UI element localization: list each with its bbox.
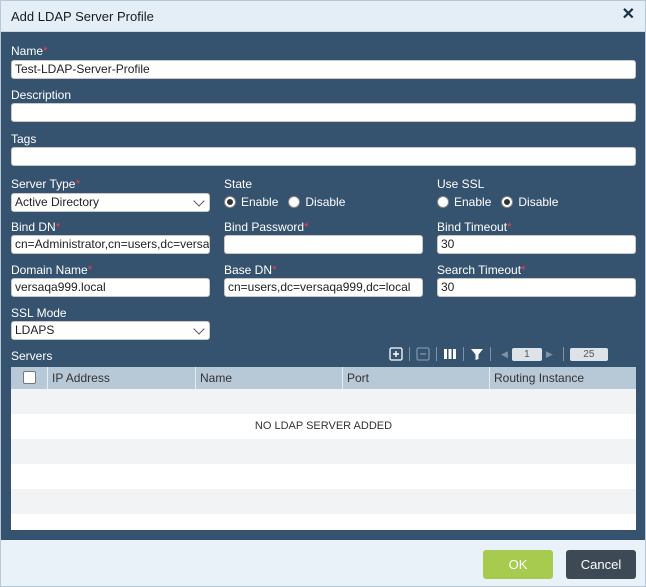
column-routing-instance[interactable]: Routing Instance — [489, 367, 636, 389]
server-type-label: Server Type* — [11, 177, 81, 191]
next-page-icon[interactable]: ▶ — [546, 349, 553, 360]
state-disable-radio[interactable] — [288, 196, 301, 208]
state-disable-label: Disable — [305, 195, 346, 209]
column-port[interactable]: Port — [342, 367, 489, 389]
ssl-mode-select[interactable]: LDAPS — [11, 321, 210, 340]
column-name[interactable]: Name — [195, 367, 342, 389]
dialog-titlebar: Add LDAP Server Profile ✕ — [1, 1, 645, 32]
column-ip-address[interactable]: IP Address — [47, 367, 195, 389]
table-row — [11, 389, 636, 414]
chevron-down-icon — [193, 323, 205, 335]
ssl-enable-label: Enable — [454, 195, 492, 209]
servers-toolbar: ◀ 1 ▶ 25 — [389, 346, 608, 362]
servers-label: Servers — [11, 349, 53, 363]
ssl-radio-group: Enable Disable — [437, 195, 568, 209]
page-number[interactable]: 1 — [511, 347, 542, 361]
ssl-mode-value: LDAPS — [15, 323, 55, 337]
state-enable-radio[interactable] — [224, 196, 236, 208]
servers-table: IP Address Name Port Routing Instance NO… — [11, 367, 636, 530]
table-row — [11, 464, 636, 489]
state-radio-group: Enable Disable — [224, 195, 355, 209]
state-label: State — [224, 177, 253, 191]
table-row — [11, 439, 636, 464]
bind-password-input[interactable] — [224, 235, 423, 254]
toolbar-divider — [463, 347, 464, 361]
ssl-disable-label: Disable — [518, 195, 559, 209]
tags-label: Tags — [11, 132, 37, 146]
table-row — [11, 514, 636, 530]
select-all-checkbox[interactable] — [23, 371, 36, 384]
prev-page-icon[interactable]: ◀ — [501, 349, 508, 360]
use-ssl-label: Use SSL — [437, 177, 485, 191]
search-timeout-input[interactable]: 30 — [437, 278, 636, 297]
close-icon[interactable]: ✕ — [622, 7, 635, 23]
dialog-footer: OK Cancel — [1, 540, 645, 586]
add-ldap-dialog: Add LDAP Server Profile ✕ Name* Test-LDA… — [0, 0, 646, 587]
empty-message: NO LDAP SERVER ADDED — [254, 420, 393, 432]
add-icon[interactable] — [389, 347, 403, 361]
cancel-button[interactable]: Cancel — [566, 550, 636, 579]
name-input[interactable]: Test-LDAP-Server-Profile — [11, 60, 636, 79]
table-row — [11, 489, 636, 514]
ssl-mode-label: SSL Mode — [11, 306, 67, 320]
state-enable-label: Enable — [241, 195, 279, 209]
table-header: IP Address Name Port Routing Instance — [11, 367, 636, 389]
bind-timeout-input[interactable]: 30 — [437, 235, 636, 254]
base-dn-input[interactable]: cn=users,dc=versaqa999,dc=local — [224, 278, 423, 297]
description-label: Description — [11, 88, 72, 102]
base-dn-label: Base DN* — [224, 263, 277, 277]
domain-name-label: Domain Name* — [11, 263, 93, 277]
form-panel: Name* Test-LDAP-Server-Profile Descripti… — [1, 32, 645, 540]
remove-icon[interactable] — [416, 347, 430, 361]
chevron-down-icon — [193, 195, 205, 207]
page-size[interactable]: 25 — [569, 347, 608, 361]
ssl-enable-radio[interactable] — [437, 196, 449, 208]
bind-timeout-label: Bind Timeout* — [437, 220, 512, 234]
filter-icon[interactable] — [470, 347, 484, 361]
toolbar-divider — [490, 347, 491, 361]
ok-button[interactable]: OK — [483, 550, 553, 579]
toolbar-divider — [436, 347, 437, 361]
toolbar-divider — [562, 347, 564, 361]
server-type-value: Active Directory — [15, 195, 100, 209]
bind-password-label: Bind Password* — [224, 220, 309, 234]
tags-input[interactable] — [11, 147, 636, 166]
name-label: Name* — [11, 44, 48, 58]
bind-dn-input[interactable]: cn=Administrator,cn=users,dc=versaqa999,… — [11, 235, 210, 254]
toolbar-divider — [409, 347, 410, 361]
bind-dn-label: Bind DN* — [11, 220, 61, 234]
server-type-select[interactable]: Active Directory — [11, 193, 210, 212]
dialog-title: Add LDAP Server Profile — [11, 9, 154, 24]
description-input[interactable] — [11, 103, 636, 122]
search-timeout-label: Search Timeout* — [437, 263, 526, 277]
columns-icon[interactable] — [443, 347, 457, 361]
domain-name-input[interactable]: versaqa999.local — [11, 278, 210, 297]
ssl-disable-radio[interactable] — [501, 196, 514, 208]
